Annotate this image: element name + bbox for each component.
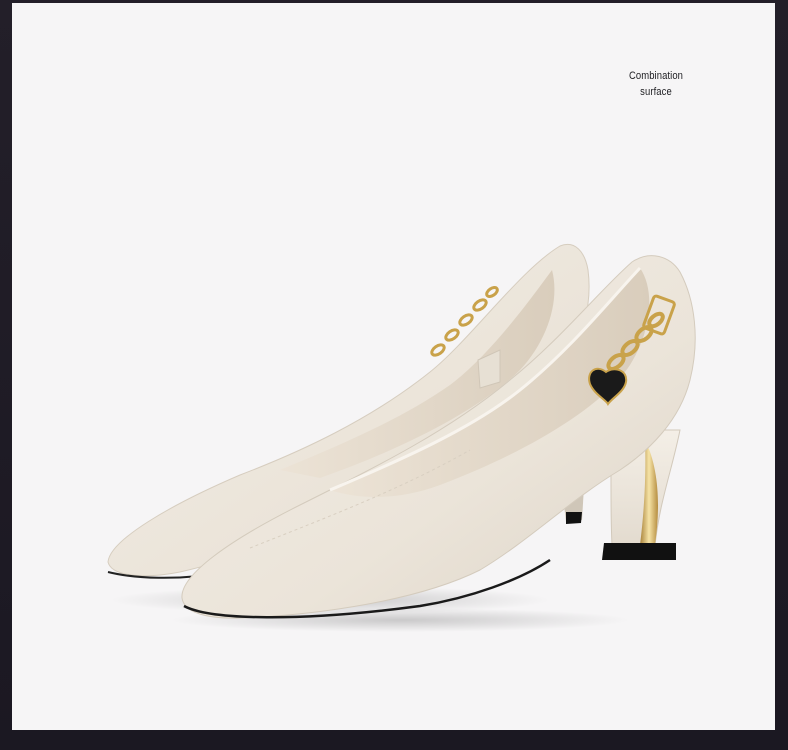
back-shoe-heel-tip <box>566 512 582 524</box>
shoe-pair-illustration <box>107 244 696 632</box>
caption-line-1: Combination <box>628 70 684 82</box>
caption-line-2: surface <box>640 86 672 98</box>
front-shoe <box>181 255 696 619</box>
front-shoe-heel-tip <box>602 543 676 560</box>
product-image-frame: Combination surface <box>0 0 788 750</box>
product-caption: Combination surface <box>604 68 707 100</box>
